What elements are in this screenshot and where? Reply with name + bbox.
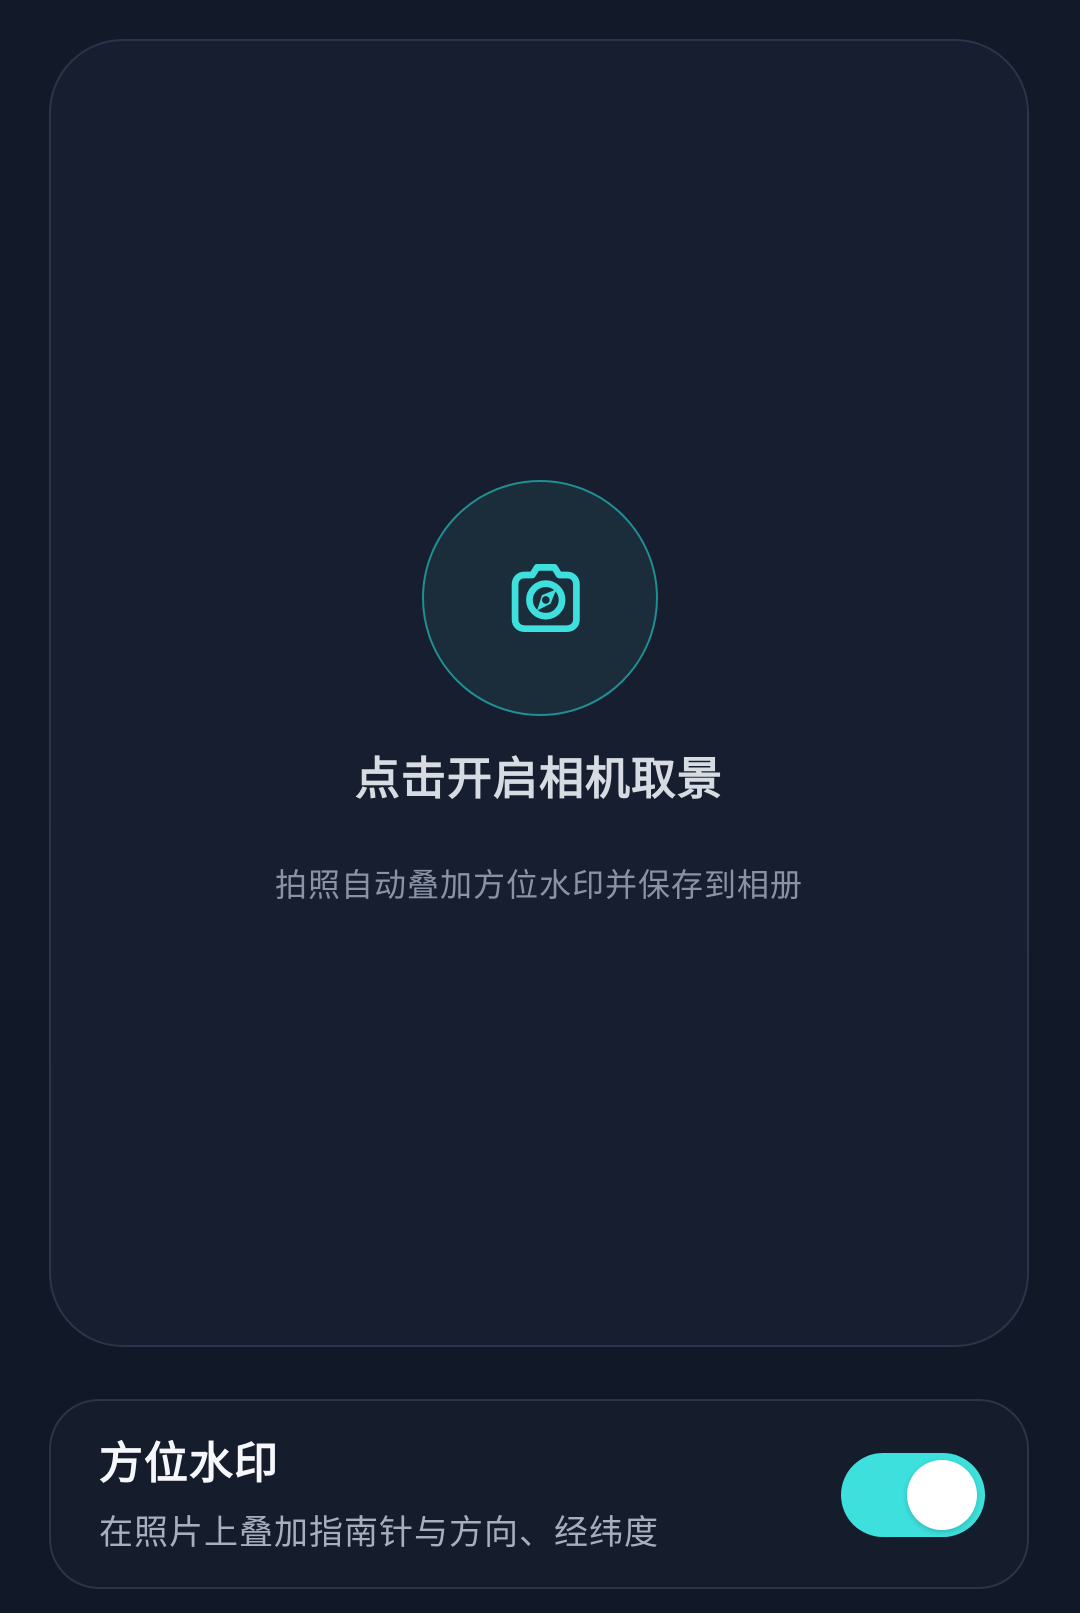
camera-title: 点击开启相机取景 (354, 752, 723, 805)
toggle-knob (907, 1460, 977, 1530)
watermark-title: 方位水印 (99, 1438, 279, 1489)
watermark-setting-card: 方位水印 在照片上叠加指南针与方向、经纬度 (49, 1399, 1029, 1589)
camera-subtitle: 拍照自动叠加方位水印并保存到相册 (274, 866, 803, 904)
camera-preview-card[interactable]: 点击开启相机取景 拍照自动叠加方位水印并保存到相册 (49, 39, 1029, 1347)
camera-compass-icon (511, 563, 580, 633)
open-camera-button[interactable] (422, 480, 658, 716)
watermark-description: 在照片上叠加指南针与方向、经纬度 (99, 1513, 659, 1553)
watermark-toggle[interactable] (841, 1453, 985, 1537)
app-screen: 点击开启相机取景 拍照自动叠加方位水印并保存到相册 方位水印 在照片上叠加指南针… (0, 0, 1080, 1613)
